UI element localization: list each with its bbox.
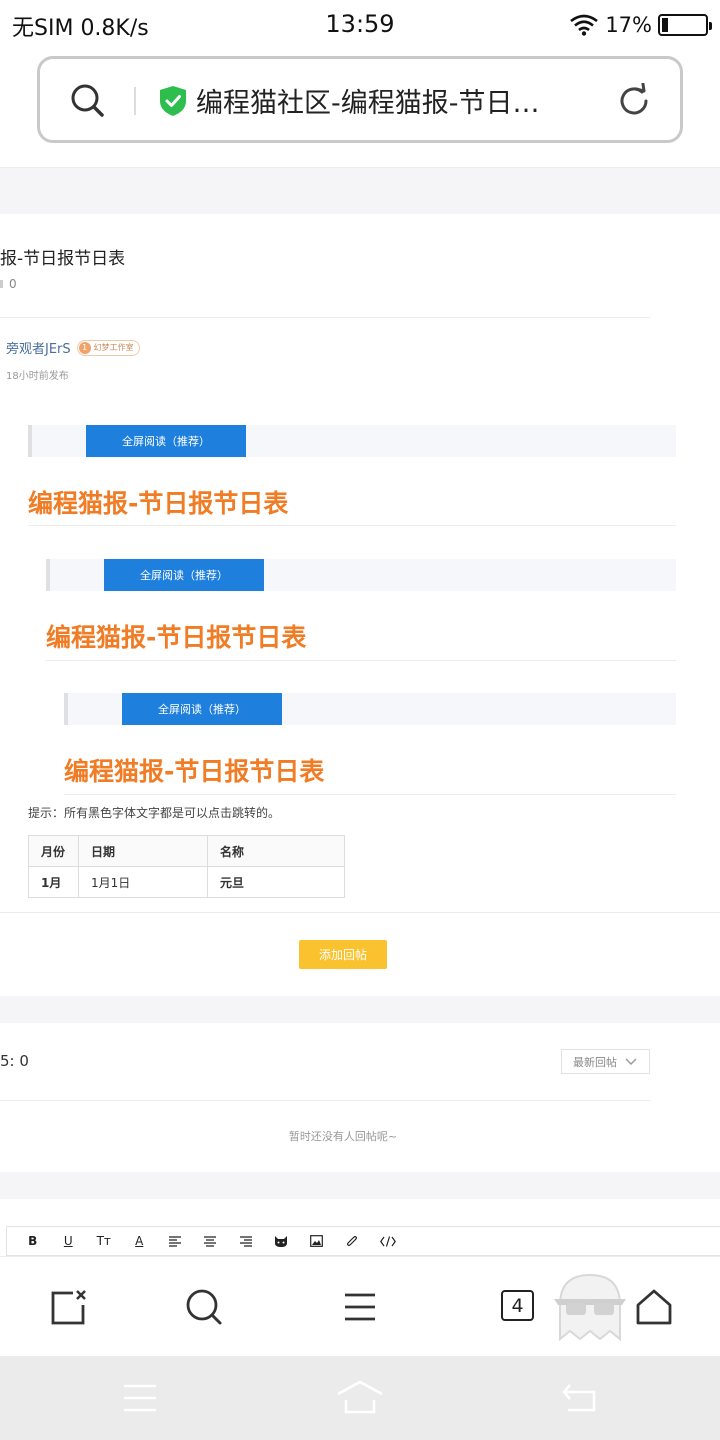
search-icon[interactable]	[70, 83, 106, 119]
home-nav-icon[interactable]	[336, 1380, 384, 1414]
bold-button[interactable]: B	[15, 1226, 51, 1256]
hint-text: 提示：所有黑色字体文字都是可以点击跳转的。	[28, 806, 281, 820]
divider	[0, 1100, 650, 1101]
post-stats: 0	[0, 277, 17, 291]
underline-button[interactable]: U	[51, 1226, 87, 1256]
article-heading[interactable]: 编程猫报-节日报节日表	[28, 484, 288, 520]
fullscreen-read-button[interactable]: 全屏阅读（推荐）	[104, 559, 264, 591]
bold-label: B	[28, 1234, 38, 1248]
emoji-button[interactable]	[264, 1226, 300, 1256]
stat-icon	[0, 280, 3, 288]
browser-toolbar	[0, 1256, 720, 1356]
align-left-button[interactable]	[157, 1226, 193, 1256]
align-right-icon	[239, 1235, 252, 1247]
align-left-icon	[168, 1235, 181, 1247]
table-row[interactable]: 1月 1月1日 元旦	[28, 866, 345, 898]
home-icon[interactable]	[634, 1287, 674, 1327]
font-color-button[interactable]: A	[122, 1226, 158, 1256]
align-center-icon	[204, 1235, 217, 1247]
post-time: 18小时前发布	[6, 371, 69, 382]
battery-percent: 17%	[605, 13, 652, 37]
holiday-table: 月份 日期 名称 1月 1月1日 元旦	[28, 835, 345, 898]
font-color-label: A	[135, 1234, 144, 1248]
add-reply-button[interactable]: 添加回帖	[299, 940, 387, 969]
divider	[46, 660, 676, 661]
menu-icon[interactable]	[340, 1287, 380, 1327]
studio-badge[interactable]: 1 幻梦工作室	[76, 339, 140, 356]
section-separator	[0, 996, 720, 1023]
table-cell[interactable]: 1月1日	[78, 866, 208, 898]
table-header-row: 月份 日期 名称	[28, 835, 345, 867]
fullscreen-read-button[interactable]: 全屏阅读（推荐）	[122, 693, 282, 725]
author-info[interactable]: 旁观者JErS 1 幻梦工作室	[6, 338, 140, 357]
system-nav-bar	[0, 1356, 720, 1440]
wifi-icon	[570, 14, 599, 36]
section-separator	[0, 1172, 720, 1199]
underline-label: U	[63, 1234, 73, 1248]
code-icon	[379, 1235, 396, 1247]
security-shield-icon[interactable]	[158, 85, 188, 117]
reload-icon[interactable]	[616, 83, 652, 119]
table-header: 日期	[78, 835, 208, 867]
editor-toolbar: B U Tт A	[6, 1226, 720, 1256]
status-right: 17%	[569, 10, 712, 40]
image-button[interactable]	[299, 1226, 335, 1256]
address-bar[interactable]: 编程猫社区-编程猫报-节日…	[37, 56, 683, 143]
text-size-label: Tт	[96, 1234, 111, 1248]
align-right-button[interactable]	[228, 1226, 264, 1256]
author-name[interactable]: 旁观者JErS	[6, 338, 71, 357]
table-header: 名称	[207, 835, 345, 867]
address-divider	[134, 87, 136, 115]
empty-replies-text: 暂时还没有人回帖呢~	[288, 1130, 398, 1143]
divider	[64, 794, 676, 795]
sort-label: 最新回帖	[573, 1055, 617, 1069]
sort-dropdown[interactable]: 最新回帖	[561, 1049, 650, 1074]
table-cell[interactable]: 1月	[28, 866, 79, 898]
search-icon[interactable]	[184, 1287, 224, 1327]
paperclip-icon	[347, 1235, 358, 1246]
battery-icon	[658, 14, 712, 36]
image-icon	[310, 1235, 324, 1247]
chevron-down-icon	[625, 1058, 637, 1065]
article-heading[interactable]: 编程猫报-节日报节日表	[46, 618, 306, 654]
section-separator	[0, 167, 720, 214]
ghost-mascot-icon[interactable]	[550, 1269, 630, 1343]
badge-label: 幻梦工作室	[93, 343, 134, 352]
table-cell[interactable]: 元旦	[207, 866, 345, 898]
page-title-address[interactable]: 编程猫社区-编程猫报-节日…	[196, 81, 596, 120]
post-title: 报-节日报节日表	[0, 249, 126, 269]
text-size-button[interactable]: Tт	[86, 1226, 122, 1256]
divider	[0, 912, 720, 913]
article-heading[interactable]: 编程猫报-节日报节日表	[64, 752, 324, 788]
recent-apps-icon[interactable]	[123, 1384, 157, 1412]
divider	[28, 525, 676, 526]
back-icon[interactable]	[562, 1382, 598, 1412]
badge-level: 1	[78, 341, 91, 354]
attachment-button[interactable]	[335, 1226, 371, 1256]
cat-icon	[275, 1236, 288, 1247]
fullscreen-read-button[interactable]: 全屏阅读（推荐）	[86, 425, 246, 457]
divider	[0, 317, 650, 318]
align-center-button[interactable]	[193, 1226, 229, 1256]
code-button[interactable]	[370, 1226, 406, 1256]
close-page-icon[interactable]	[49, 1287, 89, 1327]
table-header: 月份	[28, 835, 79, 867]
status-bar: 无SIM 0.8K/s 13:59 17%	[0, 0, 720, 52]
reply-count: 5: 0	[0, 1052, 29, 1070]
stat-count: 0	[9, 277, 17, 291]
tab-count-button[interactable]: 4	[501, 1290, 534, 1321]
